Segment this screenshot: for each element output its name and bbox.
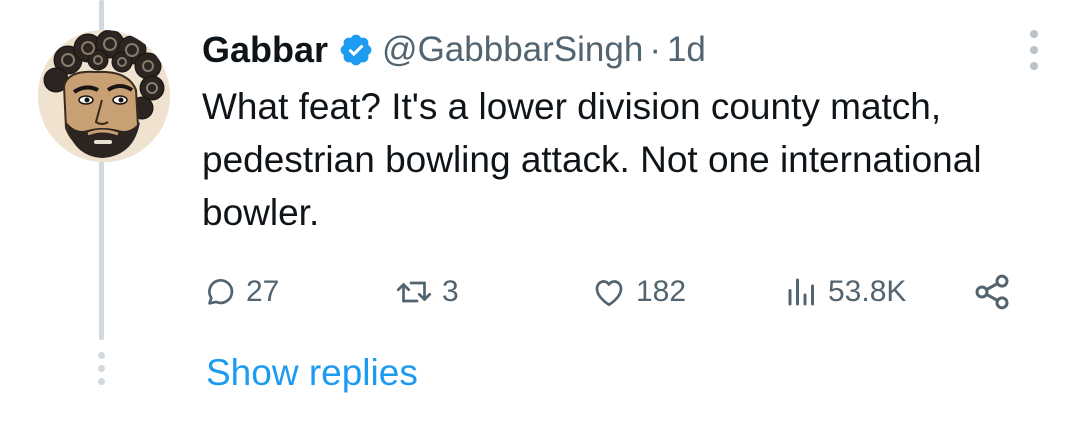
cartoon-face-icon [38,30,170,162]
verified-badge-icon [338,32,374,68]
reply-icon [208,279,234,305]
like-button[interactable]: 182 [590,270,686,314]
separator-dot: · [649,30,661,69]
retweet-count: 3 [442,275,459,308]
share-icon [975,274,1009,310]
views-button[interactable]: 53.8K [784,270,906,314]
views-bar-chart-icon [788,278,814,306]
reply-button[interactable]: 27 [202,270,279,314]
more-options-icon[interactable] [1028,30,1040,70]
views-count: 53.8K [828,275,907,308]
author-name[interactable]: Gabbar [202,29,328,71]
avatar[interactable] [38,30,170,162]
tweet-header: Gabbar @GabbbarSingh · 1d [202,26,706,74]
tweet-actions: 27 3 182 53.8K [202,270,1032,314]
retweet-button[interactable]: 3 [394,270,459,314]
tweet-text: What feat? It's a lower division county … [202,86,982,233]
heart-icon [595,280,623,307]
timestamp[interactable]: 1d [667,30,706,70]
share-button[interactable] [972,270,1012,314]
reply-count: 27 [246,275,280,308]
show-replies-link[interactable]: Show replies [206,352,418,394]
like-count: 182 [636,275,687,308]
author-handle[interactable]: @GabbbarSingh [382,30,643,70]
retweet-icon [396,281,432,303]
thread-continuation-dots [97,352,106,385]
